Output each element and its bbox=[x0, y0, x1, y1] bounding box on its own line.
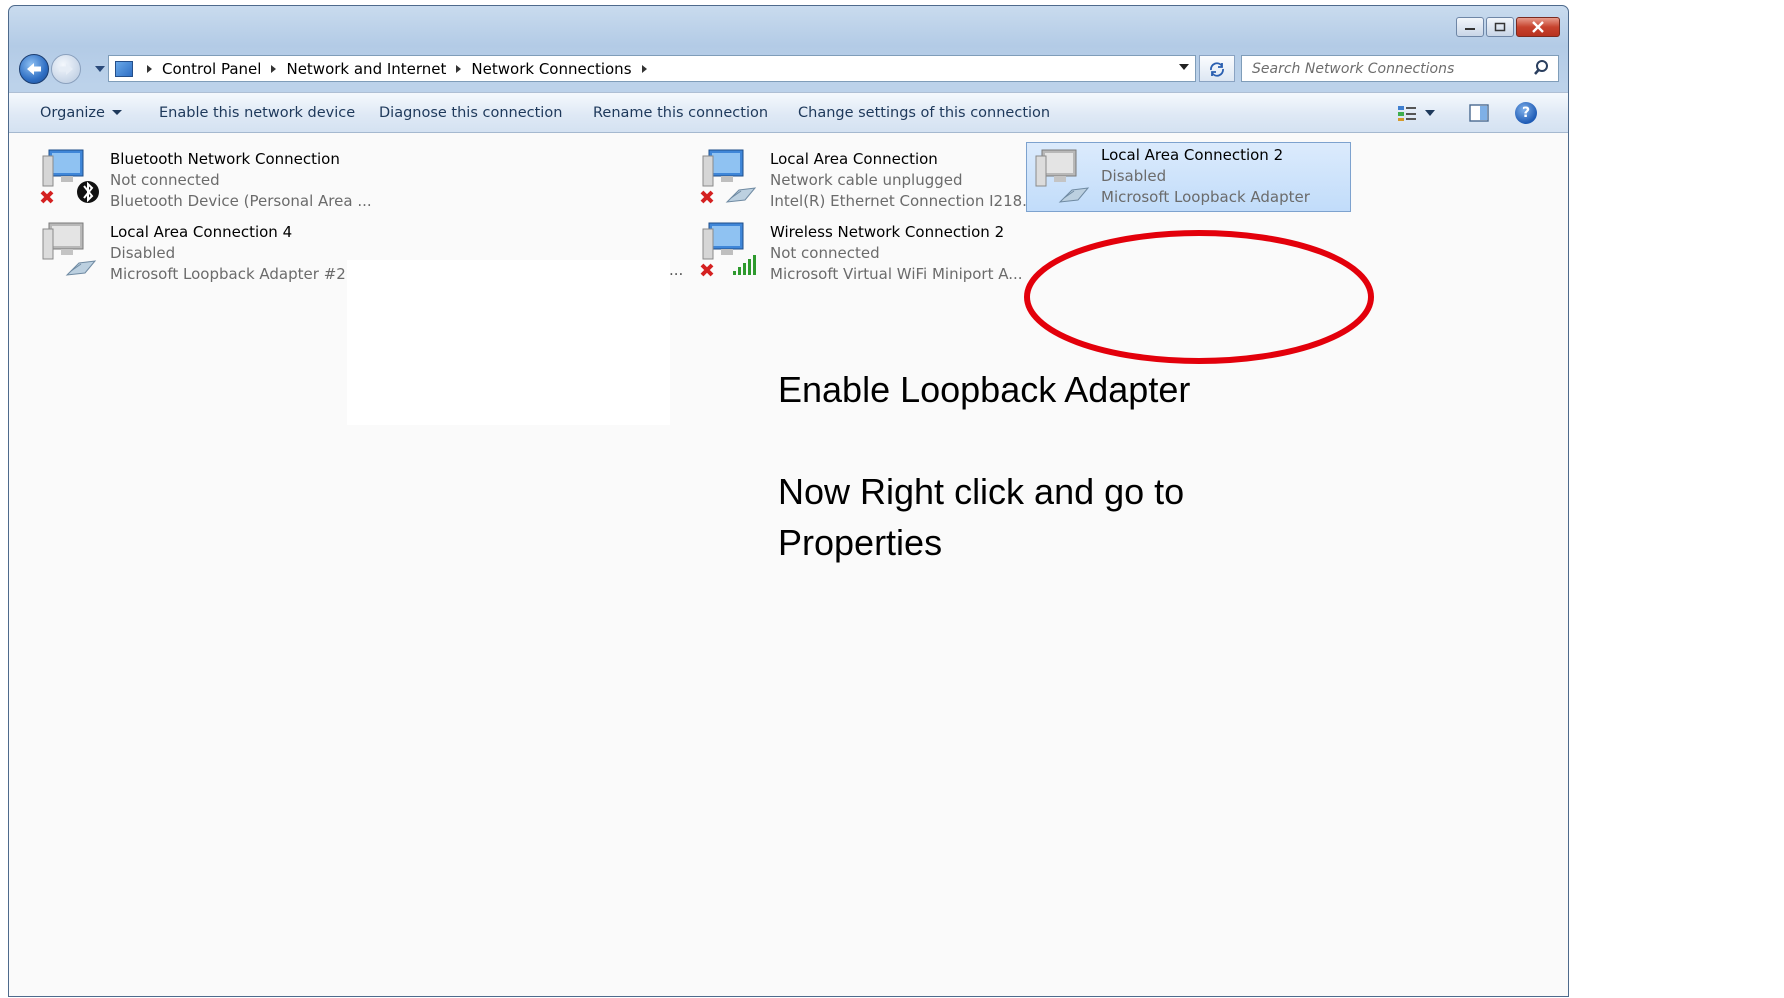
control-panel-icon bbox=[115, 60, 133, 77]
connection-name: Bluetooth Network Connection bbox=[110, 150, 340, 168]
search-icon[interactable] bbox=[1534, 59, 1552, 77]
view-details-icon bbox=[1398, 106, 1416, 121]
back-arrow-icon bbox=[27, 63, 41, 75]
organize-menu[interactable]: Organize bbox=[40, 105, 122, 121]
wireless-network-icon bbox=[700, 222, 756, 277]
connection-status: Not connected bbox=[110, 171, 220, 189]
search-input[interactable] bbox=[1250, 56, 1524, 81]
connection-device: Microsoft Virtual WiFi Miniport A... bbox=[770, 265, 1023, 283]
explorer-window: Control Panel Network and Internet Netwo… bbox=[8, 5, 1569, 997]
help-icon[interactable]: ? bbox=[1515, 102, 1537, 124]
caption-buttons bbox=[1456, 17, 1560, 37]
connections-pane: Bluetooth Network Connection Not connect… bbox=[9, 133, 1568, 996]
connection-item-local-area-4[interactable]: Local Area Connection 4 Disabled Microso… bbox=[39, 213, 359, 283]
back-button[interactable] bbox=[19, 54, 49, 84]
connection-name: Wireless Network Connection 2 bbox=[770, 223, 1005, 241]
rename-button[interactable]: Rename this connection bbox=[593, 105, 768, 121]
diagnose-button[interactable]: Diagnose this connection bbox=[379, 105, 562, 121]
connection-status: Disabled bbox=[110, 244, 176, 262]
connection-status: Not connected bbox=[770, 244, 880, 262]
forward-arrow-icon bbox=[59, 63, 73, 75]
connection-name: Local Area Connection 2 bbox=[1101, 146, 1284, 164]
maximize-button[interactable] bbox=[1486, 17, 1514, 37]
connection-device: Intel(R) Ethernet Connection I218... bbox=[770, 192, 1037, 210]
breadcrumb-chevron-icon[interactable] bbox=[271, 64, 277, 73]
change-view-button[interactable] bbox=[1397, 101, 1447, 125]
connection-item-bluetooth[interactable]: Bluetooth Network Connection Not connect… bbox=[39, 140, 372, 210]
minimize-icon bbox=[1465, 28, 1475, 30]
connection-name: Local Area Connection 4 bbox=[110, 223, 293, 241]
refresh-button[interactable] bbox=[1199, 55, 1235, 82]
close-icon bbox=[1532, 21, 1544, 33]
address-history-dropdown[interactable] bbox=[1179, 64, 1189, 70]
breadcrumb: Control Panel Network and Internet Netwo… bbox=[137, 60, 657, 78]
breadcrumb-network-connections[interactable]: Network Connections bbox=[471, 60, 631, 78]
connection-status: Network cable unplugged bbox=[770, 171, 963, 189]
command-bar: Organize Enable this network device Diag… bbox=[9, 92, 1568, 133]
connection-status: Disabled bbox=[1101, 167, 1167, 185]
search-box[interactable] bbox=[1241, 55, 1559, 82]
connection-name: Local Area Connection bbox=[770, 150, 938, 168]
breadcrumb-network-and-internet[interactable]: Network and Internet bbox=[286, 60, 446, 78]
breadcrumb-chevron-icon[interactable] bbox=[456, 64, 462, 73]
recent-pages-dropdown[interactable] bbox=[95, 66, 105, 72]
chevron-down-icon bbox=[111, 110, 122, 115]
forward-button[interactable] bbox=[51, 54, 81, 84]
instruction-text-right-click: Now Right click and go to bbox=[778, 471, 1185, 512]
connection-item-local-area[interactable]: Local Area Connection Network cable unpl… bbox=[699, 140, 1036, 210]
restore-icon bbox=[1494, 22, 1506, 32]
blank-region bbox=[347, 260, 670, 425]
breadcrumb-chevron-icon[interactable] bbox=[641, 64, 647, 73]
truncated-text-ellipsis: ... bbox=[669, 261, 684, 279]
instruction-text-properties: Properties bbox=[778, 522, 943, 563]
close-button[interactable] bbox=[1516, 17, 1560, 37]
preview-pane-icon[interactable] bbox=[1469, 103, 1489, 123]
network-adapter-disabled-icon bbox=[1035, 149, 1090, 203]
address-row: Control Panel Network and Internet Netwo… bbox=[9, 49, 1568, 89]
chevron-down-icon bbox=[1425, 110, 1435, 116]
connection-device: Microsoft Loopback Adapter bbox=[1101, 188, 1310, 206]
address-bar[interactable]: Control Panel Network and Internet Netwo… bbox=[108, 55, 1196, 82]
connection-item-wireless-2[interactable]: Wireless Network Connection 2 Not connec… bbox=[699, 213, 1023, 283]
highlight-circle bbox=[1024, 230, 1374, 364]
refresh-icon bbox=[1210, 61, 1224, 77]
breadcrumb-chevron-icon[interactable] bbox=[147, 64, 152, 73]
enable-device-button[interactable]: Enable this network device bbox=[159, 105, 355, 121]
change-settings-button[interactable]: Change settings of this connection bbox=[798, 105, 1050, 121]
minimize-button[interactable] bbox=[1456, 17, 1484, 37]
connection-device: Bluetooth Device (Personal Area ... bbox=[110, 192, 372, 210]
network-adapter-disabled-icon bbox=[42, 222, 97, 276]
breadcrumb-control-panel[interactable]: Control Panel bbox=[162, 60, 261, 78]
instruction-text-enable: Enable Loopback Adapter bbox=[778, 369, 1191, 410]
network-computer-icon bbox=[700, 149, 757, 204]
connection-device: Microsoft Loopback Adapter #2 bbox=[110, 265, 346, 283]
connection-item-local-area-2[interactable]: Local Area Connection 2 Disabled Microso… bbox=[1026, 142, 1351, 212]
organize-label: Organize bbox=[40, 104, 105, 121]
network-computer-icon bbox=[40, 149, 99, 204]
